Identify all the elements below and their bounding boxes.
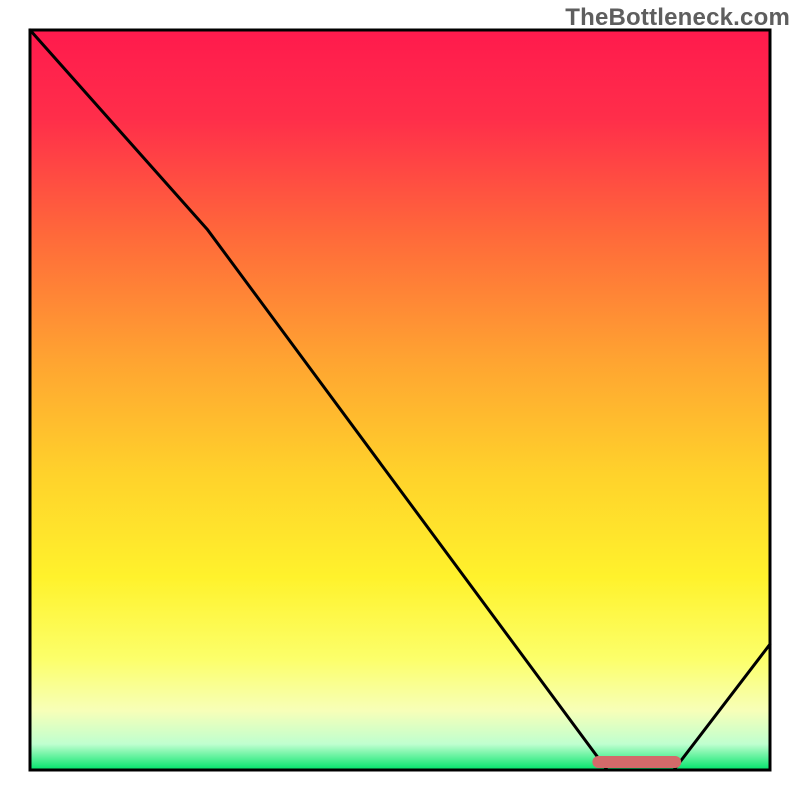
chart-container: TheBottleneck.com <box>0 0 800 800</box>
plot-area <box>30 30 770 770</box>
watermark-label: TheBottleneck.com <box>565 4 790 32</box>
optimal-range-marker <box>592 756 681 768</box>
gradient-background <box>30 30 770 770</box>
bottleneck-chart <box>0 0 800 800</box>
